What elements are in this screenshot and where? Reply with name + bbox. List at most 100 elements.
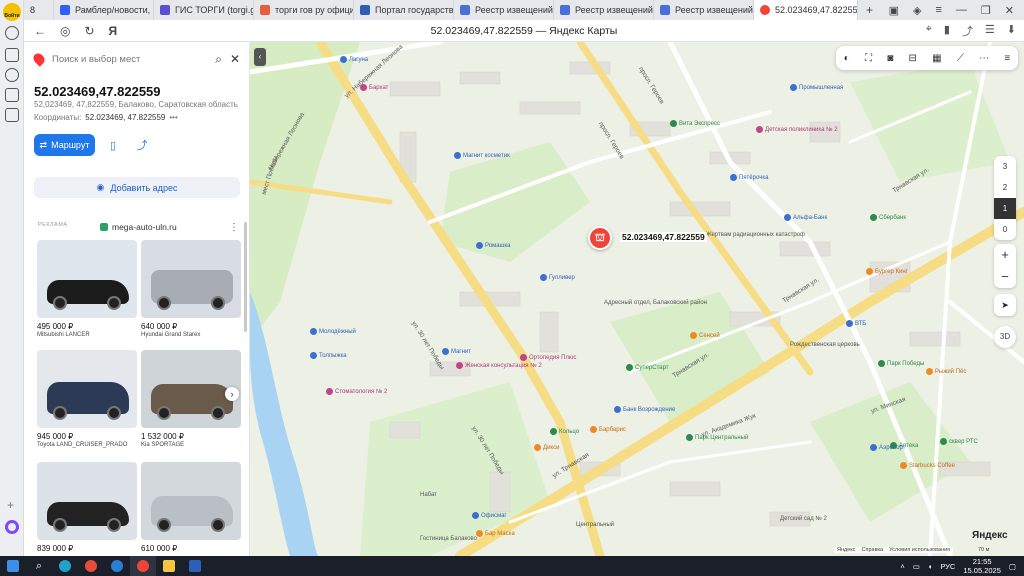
marker-coords-label[interactable]: 52.023469,47.822559 [620, 232, 707, 242]
tab-3[interactable]: торги гов ру официаль [254, 0, 354, 20]
tab-4[interactable]: Портал государственн [354, 0, 454, 20]
profile-avatar[interactable]: Войти [3, 3, 21, 21]
word-taskbar-icon[interactable] [182, 556, 208, 576]
map-poi[interactable]: Аэропорт [870, 444, 905, 451]
map-poi[interactable]: Парк Центральный [686, 434, 748, 441]
floor-option[interactable]: 3 [994, 156, 1016, 177]
protect-icon[interactable]: ◈ [913, 4, 921, 17]
hotel-label[interactable]: Гостиница Балаково [420, 536, 477, 542]
route-button[interactable]: ⇄ Маршрут [34, 134, 95, 156]
map-poi[interactable]: Бургер Кинг [866, 268, 908, 275]
minimize-icon[interactable]: — [956, 4, 967, 17]
menu-icon[interactable]: ≡ [1004, 53, 1010, 64]
notifications-icon[interactable]: ▢ [1009, 562, 1016, 571]
tab-7[interactable]: Реестр извещений [654, 0, 754, 20]
notes-icon[interactable] [5, 108, 19, 122]
footer-link[interactable]: Условия использования [889, 547, 950, 553]
map-poi[interactable]: Офисмаг [472, 512, 507, 519]
map-poi[interactable]: Рыжий Пёс [926, 368, 966, 375]
map-poi[interactable]: Магнит [442, 348, 471, 355]
map-poi[interactable]: Банк Возрождение [614, 406, 675, 413]
downloads-icon[interactable] [5, 48, 19, 62]
ad-more-icon[interactable]: ⋮ [229, 222, 239, 233]
map-poi[interactable]: Барбарис [590, 426, 626, 433]
share-button[interactable]: ⤴ [131, 134, 153, 156]
network-icon[interactable]: ▭ [913, 562, 920, 571]
map-canvas[interactable]: ‹ ул. Набережная Леонова Набережная Леон… [250, 42, 1024, 556]
carousel-next-icon[interactable]: › [225, 387, 239, 401]
ie-taskbar-icon[interactable] [104, 556, 130, 576]
map-poi[interactable]: Гулливер [540, 274, 575, 281]
add-panel-icon[interactable]: + [7, 498, 14, 512]
floor-option[interactable]: 0 [994, 219, 1016, 240]
map-poi[interactable]: Кольцо [550, 428, 579, 435]
map-poi[interactable]: Лагуна [340, 56, 368, 63]
footer-link[interactable]: Яндекс [837, 547, 856, 553]
start-button[interactable] [0, 556, 26, 576]
close-window-icon[interactable]: ✕ [1005, 4, 1014, 17]
explorer-taskbar-icon[interactable] [156, 556, 182, 576]
tab-1[interactable]: Рамблер/новости, почт [54, 0, 154, 20]
map-poi[interactable]: Женская консультация № 2 [456, 362, 542, 369]
car-card[interactable]: 839 000 ₽ [37, 462, 137, 554]
add-address-button[interactable]: ◉ Добавить адрес [34, 177, 240, 198]
3d-toggle-button[interactable]: 3D [994, 326, 1016, 348]
volume-icon[interactable]: ◖ [928, 562, 933, 571]
transport-icon[interactable]: ⊟ [909, 53, 917, 64]
car-card[interactable]: 945 000 ₽ Toyota LAND_CRUISER_PRADO [37, 350, 137, 448]
map-poi[interactable]: Бар Маска [476, 530, 515, 537]
tab-2[interactable]: ГИС ТОРГИ (torgi.gov.r [154, 0, 254, 20]
tab-collection-icon[interactable]: ▣ [889, 4, 899, 17]
clock[interactable]: 21:55 15.05.2025 [963, 557, 1001, 575]
floor-option[interactable]: 2 [994, 177, 1016, 198]
map-poi[interactable]: Ортопедия Плюс [520, 354, 576, 361]
map-poi[interactable]: Промышленная [790, 84, 843, 91]
map-poi[interactable]: ВТБ [846, 320, 866, 327]
car-card[interactable]: 495 000 ₽ Mitsubishi LANCER [37, 240, 137, 338]
map-poi[interactable]: Вита Экспресс [670, 120, 720, 127]
map-poi[interactable]: Молодёжный [310, 328, 356, 335]
layers-icon[interactable]: ◐ [844, 53, 850, 64]
traffic-icon[interactable]: ▦ [932, 53, 941, 64]
panorama-icon[interactable]: ⛶ [865, 53, 872, 64]
map-poi[interactable]: Starbucks Coffee [900, 462, 955, 469]
locate-me-icon[interactable]: ➤ [994, 294, 1016, 316]
search-box[interactable]: Поиск и выбор мест ⌕ ✕ [31, 48, 240, 70]
more-icon[interactable]: ••• [169, 113, 177, 122]
map-poi[interactable]: Дикси [534, 444, 559, 451]
map-poi[interactable]: Сбербанк [870, 214, 906, 221]
kindergarten-label[interactable]: Детский сад № 2 [780, 516, 827, 522]
play-icon[interactable] [5, 68, 19, 82]
selected-location-marker[interactable]: ⛫ [588, 226, 612, 250]
bookmark-button[interactable]: ▯ [102, 134, 124, 156]
ad-site-link[interactable]: mega-auto-uln.ru [100, 222, 177, 232]
tabs-counter[interactable]: 8 [24, 0, 54, 20]
map-poi[interactable]: Парк Победы [878, 360, 924, 367]
car-card[interactable]: 640 000 ₽ Hyundai Grand Starex [141, 240, 241, 338]
menu-icon[interactable]: ≡ [935, 4, 941, 17]
new-tab-button[interactable]: + [858, 3, 873, 17]
floor-option-selected[interactable]: 1 [994, 198, 1016, 219]
yandex-browser-taskbar-icon[interactable] [130, 556, 156, 576]
map-poi[interactable]: Ромашка [476, 242, 510, 249]
car-card[interactable]: 610 000 ₽ [141, 462, 241, 554]
footer-link[interactable]: Справка [862, 547, 884, 553]
office-label[interactable]: Адресный отдел, Балаковский район [604, 300, 707, 306]
search-icon[interactable]: ⌕ [215, 52, 222, 67]
map-poi[interactable]: Магнит косметик [454, 152, 510, 159]
close-icon[interactable]: ✕ [230, 52, 240, 66]
chrome-taskbar-icon[interactable] [78, 556, 104, 576]
tab-5[interactable]: Реестр извещений [454, 0, 554, 20]
more-icon[interactable]: ⋯ [979, 53, 989, 64]
bookmarks-icon[interactable] [5, 88, 19, 102]
place-label[interactable]: Набат [420, 492, 437, 498]
camera-icon[interactable]: ◙ [887, 53, 893, 64]
tab-8-active[interactable]: 52.023469,47.822559× [754, 0, 858, 20]
panel-scrollbar[interactable] [244, 222, 247, 332]
ruler-icon[interactable]: ⟋ [957, 53, 964, 64]
map-poi[interactable]: Альфа-Банк [784, 214, 827, 221]
search-taskbar-icon[interactable]: ⌕ [26, 556, 52, 576]
church-label[interactable]: Рождественская церковь [790, 342, 860, 348]
search-input[interactable]: Поиск и выбор мест [52, 54, 207, 65]
alice-assistant-icon[interactable] [5, 520, 19, 534]
